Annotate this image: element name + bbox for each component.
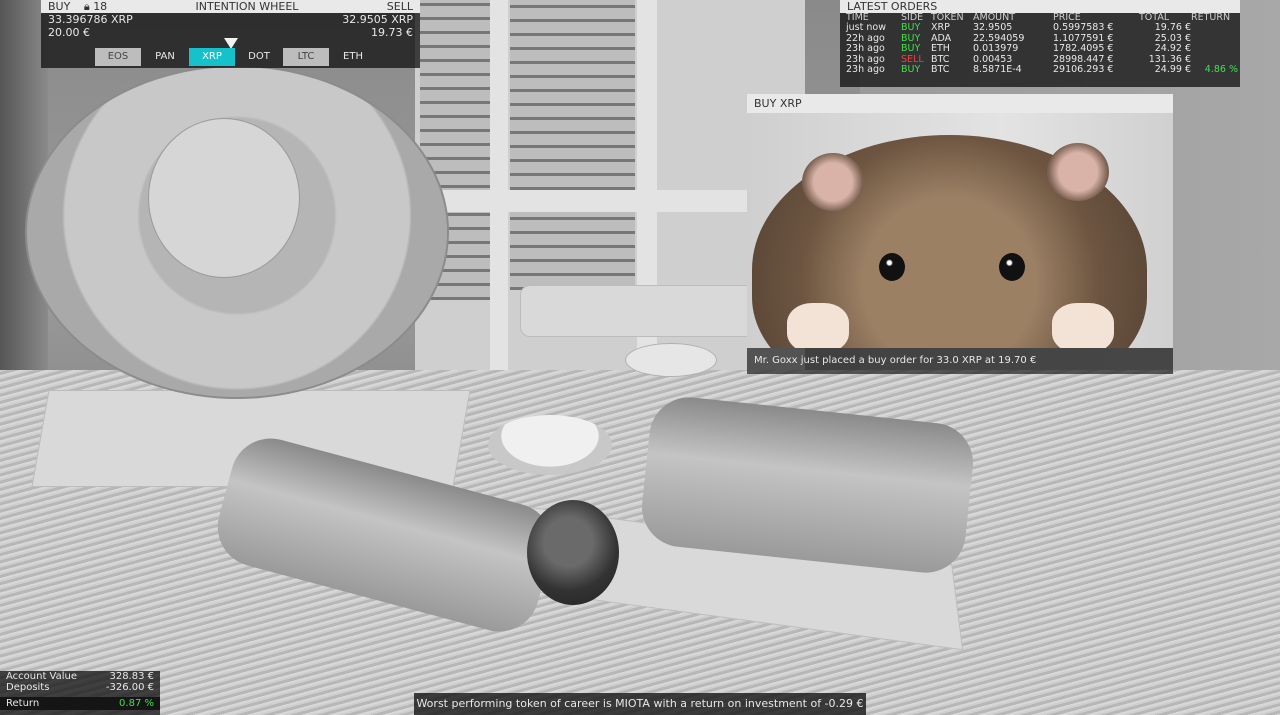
- deposits-value: -326.00 €: [105, 682, 154, 693]
- token-xrp[interactable]: XRP: [189, 48, 235, 66]
- sell-side-label: SELL: [386, 0, 413, 13]
- food-bowl: [488, 415, 612, 475]
- table-row: 23h ago BUY BTC 8.5871E-4 29106.293 € 24…: [846, 64, 1238, 76]
- order-side: BUY: [901, 64, 921, 75]
- order-price: 29106.293 €: [1053, 64, 1114, 75]
- orders-table: TIME SIDE TOKEN AMOUNT PRICE TOTAL RETUR…: [846, 13, 1238, 76]
- order-time: 23h ago: [846, 43, 885, 54]
- order-token: XRP: [931, 22, 950, 33]
- lock-icon: 🔒︎: [83, 0, 90, 13]
- order-price: 1782.4095 €: [1053, 43, 1114, 54]
- account-panel: Account Value 328.83 € Deposits -326.00 …: [0, 671, 160, 715]
- shelf: [520, 285, 762, 337]
- token-dot[interactable]: DOT: [236, 48, 282, 66]
- order-return: [1191, 23, 1238, 34]
- order-total: 24.92 €: [1154, 43, 1191, 54]
- hamster-in-cage: [527, 500, 619, 605]
- token-pan[interactable]: PAN: [142, 48, 188, 66]
- order-time: 23h ago: [846, 64, 885, 75]
- token-eth[interactable]: ETH: [330, 48, 376, 66]
- latest-orders-panel: LATEST ORDERS TIME SIDE TOKEN AMOUNT PRI…: [840, 0, 1240, 87]
- hamster-wheel-hub: [148, 118, 300, 278]
- token-ltc[interactable]: LTC: [283, 48, 329, 66]
- table-row: just now BUY XRP 32.9505 0.5997583 € 19.…: [846, 22, 1238, 34]
- order-time: just now: [846, 22, 886, 33]
- stool: [625, 343, 717, 377]
- deposits-label: Deposits: [6, 682, 50, 693]
- order-total: 24.99 €: [1154, 64, 1191, 75]
- buy-side-label: BUY 🔒︎ 18: [48, 0, 108, 13]
- order-return: 4.86 %: [1204, 64, 1238, 75]
- account-value-label: Account Value: [6, 671, 78, 682]
- intention-wheel-title: INTENTION WHEEL: [195, 0, 299, 13]
- buy-popup-caption: Mr. Goxx just placed a buy order for 33.…: [754, 355, 1037, 366]
- order-side: BUY: [901, 43, 921, 54]
- buy-amount: 33.396786 XRP: [48, 13, 133, 26]
- order-amount: 32.9505: [973, 22, 1013, 33]
- order-return: [1191, 34, 1238, 45]
- col-return: RETURN: [1191, 12, 1231, 23]
- latest-orders-title: LATEST ORDERS: [840, 0, 1240, 13]
- order-token: ETH: [931, 43, 950, 54]
- order-token: BTC: [931, 64, 950, 75]
- return-label: Return: [6, 698, 40, 709]
- order-amount: 8.5871E-4: [973, 64, 1022, 75]
- lock-count: 18: [93, 0, 108, 13]
- sell-value: 19.73 €: [371, 26, 413, 39]
- account-value: 328.83 €: [109, 671, 154, 682]
- token-eos[interactable]: EOS: [95, 48, 141, 66]
- order-price: 0.5997583 €: [1053, 22, 1114, 33]
- buy-popup-title: BUY XRP: [747, 94, 1173, 113]
- buy-value: 20.00 €: [48, 26, 90, 39]
- order-return: [1191, 44, 1238, 55]
- table-row: 23h ago BUY ETH 0.013979 1782.4095 € 24.…: [846, 43, 1238, 55]
- intention-wheel-panel: BUY 🔒︎ 18 INTENTION WHEEL SELL 33.396786…: [41, 0, 420, 68]
- order-total: 19.76 €: [1154, 22, 1191, 33]
- order-side: BUY: [901, 22, 921, 33]
- intention-wheel-header: BUY 🔒︎ 18 INTENTION WHEEL SELL: [41, 0, 420, 13]
- buy-order-popup: BUY XRP Mr. Goxx just placed a buy order…: [747, 94, 1173, 374]
- news-ticker: Worst performing token of career is MIOT…: [414, 693, 866, 715]
- sell-amount: 32.9505 XRP: [342, 13, 413, 26]
- token-selector: EOS PAN XRP DOT LTC ETH: [95, 48, 377, 66]
- order-amount: 0.013979: [973, 43, 1019, 54]
- return-value: 0.87 %: [119, 698, 154, 709]
- hamster-closeup-image: [747, 113, 1173, 348]
